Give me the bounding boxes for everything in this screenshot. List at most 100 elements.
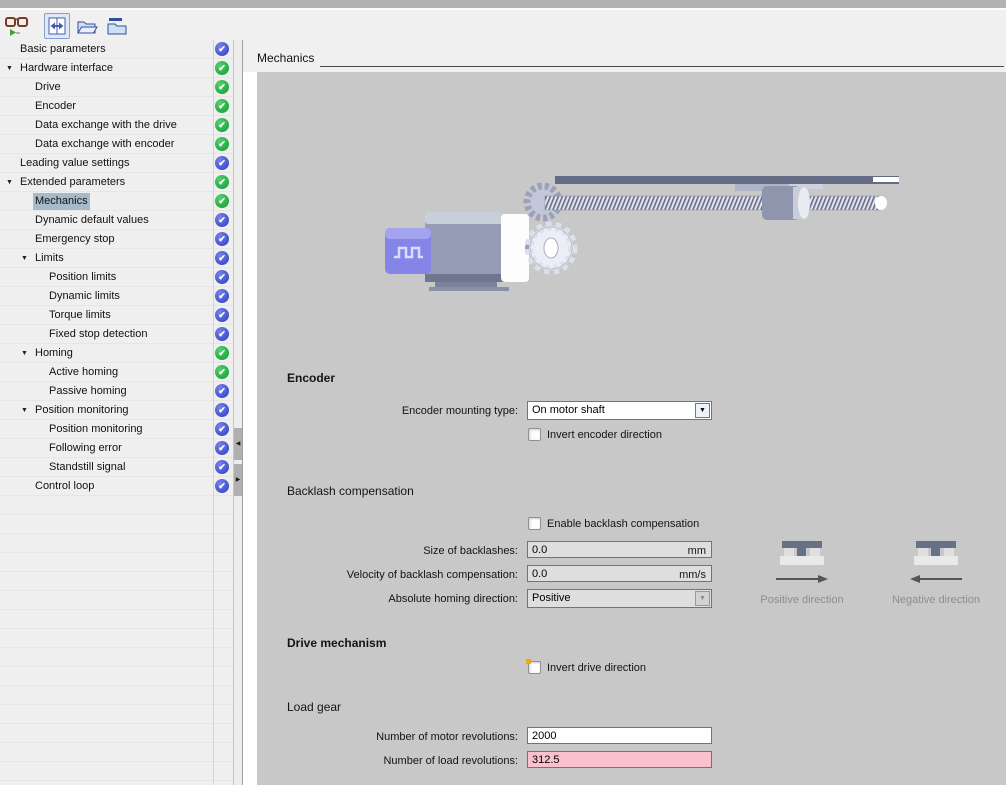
tree-empty-row	[0, 515, 233, 534]
tree-item-data-exchange-with-the-drive[interactable]: Data exchange with the drive✔	[0, 116, 233, 135]
expand-arrow-icon[interactable]: ▼	[21, 344, 28, 363]
tree-item-emergency-stop[interactable]: Emergency stop✔	[0, 230, 233, 249]
encoder-mounting-type-label: Encoder mounting type:	[265, 405, 518, 418]
status-check-icon: ✔	[215, 42, 229, 56]
tree-item-label: Data exchange with encoder	[33, 136, 176, 153]
open-all-folder-icon[interactable]	[74, 13, 100, 39]
status-check-icon: ✔	[215, 213, 229, 227]
split-window-arrows-icon	[47, 16, 67, 36]
negative-direction-figure: Negative direction	[876, 532, 996, 606]
tree-item-fixed-stop-detection[interactable]: Fixed stop detection ✔	[0, 325, 233, 344]
tree-item-following-error[interactable]: Following error ✔	[0, 439, 233, 458]
positive-direction-caption: Positive direction	[742, 594, 862, 606]
tree-empty-row	[0, 648, 233, 667]
tree-item-mechanics[interactable]: Mechanics✔	[0, 192, 233, 211]
status-check-icon: ✔	[215, 441, 229, 455]
status-check-icon: ✔	[215, 289, 229, 303]
absolute-homing-direction-label: Absolute homing direction:	[265, 593, 518, 606]
tree-item-hardware-interface[interactable]: ▼Hardware interface✔	[0, 59, 233, 78]
load-gear-section-heading: Load gear	[287, 700, 341, 714]
tree-item-passive-homing[interactable]: Passive homing✔	[0, 382, 233, 401]
tree-item-drive[interactable]: Drive ✔	[0, 78, 233, 97]
close-folder-icon	[106, 16, 128, 36]
tree-item-extended-parameters[interactable]: ▼Extended parameters✔	[0, 173, 233, 192]
status-check-icon: ✔	[215, 365, 229, 379]
open-folder-icon	[76, 16, 98, 36]
tree-item-torque-limits[interactable]: Torque limits✔	[0, 306, 233, 325]
tree-item-encoder[interactable]: Encoder✔	[0, 97, 233, 116]
status-check-icon: ✔	[215, 270, 229, 284]
tree-item-label: Fixed stop detection	[47, 326, 149, 343]
window-top-border	[0, 0, 1006, 9]
tree-empty-row	[0, 781, 233, 785]
tree-item-control-loop[interactable]: Control loop✔	[0, 477, 233, 496]
expand-arrow-icon[interactable]: ▼	[21, 401, 28, 420]
tree-empty-row	[0, 743, 233, 762]
invert-drive-direction-checkbox[interactable]	[528, 661, 541, 674]
tree-item-basic-parameters[interactable]: Basic parameters✔	[0, 40, 233, 59]
status-check-icon: ✔	[215, 137, 229, 151]
tree-item-label: Homing	[33, 345, 75, 362]
status-check-icon: ✔	[215, 80, 229, 94]
tree-item-position-monitoring[interactable]: ▼Position monitoring✔	[0, 401, 233, 420]
tree-item-data-exchange-with-encoder[interactable]: Data exchange with encoder ✔	[0, 135, 233, 154]
absolute-homing-direction-dropdown[interactable]: Positive ▼	[527, 589, 712, 608]
dropdown-arrow-icon: ▼	[695, 591, 710, 606]
status-check-icon: ✔	[215, 422, 229, 436]
right-arrow-icon	[770, 574, 834, 584]
tree-empty-row	[0, 534, 233, 553]
tree-item-leading-value-settings[interactable]: Leading value settings✔	[0, 154, 233, 173]
status-check-icon: ✔	[215, 403, 229, 417]
sled-icon	[770, 532, 834, 566]
tree-empty-row	[0, 686, 233, 705]
number-of-motor-revolutions-input[interactable]	[527, 727, 712, 744]
status-check-icon: ✔	[215, 99, 229, 113]
tree-item-label: Standstill signal	[47, 459, 127, 476]
tree-empty-row	[0, 610, 233, 629]
velocity-of-backlash-input[interactable]	[527, 565, 712, 582]
tree-status-column-divider	[213, 40, 214, 785]
tree-item-limits[interactable]: ▼Limits✔	[0, 249, 233, 268]
tree-item-position-limits[interactable]: Position limits✔	[0, 268, 233, 287]
tree-empty-row	[0, 705, 233, 724]
splitter-collapse-right-handle[interactable]: ▶	[234, 464, 242, 496]
velocity-of-backlash-label: Velocity of backlash compensation:	[265, 569, 518, 582]
size-of-backlashes-input[interactable]	[527, 541, 712, 558]
function-view-split-icon[interactable]	[44, 13, 70, 39]
tree-item-label: Drive	[33, 79, 63, 96]
pane-splitter[interactable]: ◀ ▶	[233, 40, 243, 785]
tree-empty-row	[0, 572, 233, 591]
tree-item-standstill-signal[interactable]: Standstill signal✔	[0, 458, 233, 477]
status-check-icon: ✔	[215, 346, 229, 360]
tree-item-label: Following error	[47, 440, 124, 457]
expand-arrow-icon[interactable]: ▼	[6, 59, 13, 78]
encoder-mounting-type-dropdown[interactable]: On motor shaft ▼	[527, 401, 712, 420]
lead-screw	[545, 196, 881, 210]
status-check-icon: ✔	[215, 479, 229, 493]
commissioning-glasses-icon[interactable]	[4, 13, 30, 39]
number-of-load-revolutions-input[interactable]	[527, 751, 712, 768]
expand-arrow-icon[interactable]: ▼	[6, 173, 13, 192]
expand-arrow-icon[interactable]: ▼	[21, 249, 28, 268]
splitter-collapse-left-handle[interactable]: ◀	[234, 428, 242, 460]
close-all-folder-icon[interactable]	[104, 13, 130, 39]
page-title: Mechanics	[257, 51, 314, 65]
axis-mechanics-illustration	[377, 158, 917, 303]
tree-item-homing[interactable]: ▼ Homing ✔	[0, 344, 233, 363]
tree-item-position-monitoring[interactable]: Position monitoring✔	[0, 420, 233, 439]
dropdown-arrow-icon[interactable]: ▼	[695, 403, 710, 418]
status-check-icon: ✔	[215, 61, 229, 75]
tree-item-dynamic-limits[interactable]: Dynamic limits ✔	[0, 287, 233, 306]
tree-item-label: Mechanics	[33, 193, 90, 210]
invert-encoder-direction-label: Invert encoder direction	[547, 429, 662, 441]
tree-item-label: Data exchange with the drive	[33, 117, 179, 134]
tree-item-dynamic-default-values[interactable]: Dynamic default values✔	[0, 211, 233, 230]
tree-item-active-homing[interactable]: Active homing✔	[0, 363, 233, 382]
invert-encoder-direction-checkbox[interactable]	[528, 428, 541, 441]
status-check-icon: ✔	[215, 327, 229, 341]
title-underline	[320, 66, 1004, 67]
function-view-toolbar	[4, 12, 130, 40]
tree-item-label: Dynamic limits	[47, 288, 122, 305]
enable-backlash-compensation-checkbox[interactable]	[528, 517, 541, 530]
parameter-tree: Basic parameters✔▼Hardware interface✔Dri…	[0, 40, 233, 785]
